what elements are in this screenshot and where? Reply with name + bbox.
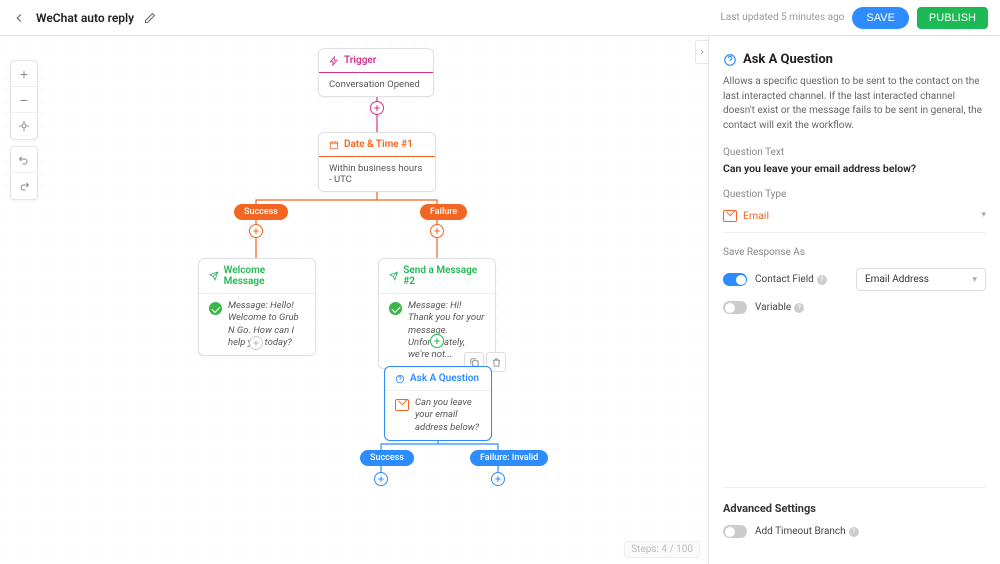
collapse-panel-button[interactable] bbox=[695, 40, 709, 64]
help-icon[interactable]: ? bbox=[849, 527, 859, 537]
add-node-ask-success[interactable]: + bbox=[374, 472, 388, 486]
add-node-ask-failure[interactable]: + bbox=[491, 472, 505, 486]
panel-title: Ask A Question bbox=[743, 52, 833, 67]
date-title: Date & Time #1 bbox=[344, 139, 413, 150]
ask-body: Can you leave your email address below? bbox=[415, 397, 481, 434]
email-icon bbox=[723, 210, 737, 222]
trigger-title: Trigger bbox=[344, 55, 376, 66]
bolt-icon bbox=[329, 56, 339, 66]
send-icon bbox=[389, 271, 398, 281]
date-body: Within business hours - UTC bbox=[319, 157, 435, 191]
welcome-title: Welcome Message bbox=[224, 265, 305, 287]
add-node-after-msg2[interactable]: + bbox=[430, 334, 444, 348]
ask-failure-pill: Failure: Invalid bbox=[470, 450, 548, 466]
question-type-select[interactable]: Email ▾ bbox=[723, 204, 986, 233]
ask-title: Ask A Question bbox=[410, 373, 479, 384]
add-node-after-welcome[interactable]: + bbox=[249, 336, 263, 350]
help-icon[interactable]: ? bbox=[817, 275, 827, 285]
contact-field-select[interactable]: Email Address ▾ bbox=[856, 268, 986, 291]
timeout-toggle[interactable] bbox=[723, 525, 747, 538]
question-text-value[interactable]: Can you leave your email address below? bbox=[723, 162, 986, 175]
variable-toggle[interactable] bbox=[723, 301, 747, 314]
date-time-node[interactable]: Date & Time #1 Within business hours - U… bbox=[318, 132, 436, 192]
add-node-after-trigger[interactable]: + bbox=[370, 101, 384, 115]
ask-success-pill: Success bbox=[360, 450, 414, 466]
properties-panel: Ask A Question Allows a specific questio… bbox=[708, 36, 1000, 564]
contact-field-label: Contact Field ? bbox=[755, 274, 827, 285]
panel-description: Allows a specific question to be sent to… bbox=[723, 75, 986, 133]
send-icon bbox=[209, 271, 219, 281]
failure-pill: Failure bbox=[420, 204, 467, 220]
trigger-node[interactable]: Trigger Conversation Opened bbox=[318, 48, 434, 97]
question-icon bbox=[395, 374, 405, 384]
chevron-down-icon: ▾ bbox=[972, 275, 977, 285]
email-icon bbox=[395, 399, 409, 411]
save-response-label: Save Response As bbox=[723, 247, 986, 258]
question-icon bbox=[723, 53, 737, 67]
question-text-label: Question Text bbox=[723, 147, 986, 158]
advanced-settings-title: Advanced Settings bbox=[723, 502, 986, 515]
workflow-title: WeChat auto reply bbox=[36, 11, 134, 25]
add-node-failure-branch[interactable]: + bbox=[430, 224, 444, 238]
ask-question-node[interactable]: Ask A Question Can you leave your email … bbox=[384, 366, 492, 441]
save-button[interactable]: SAVE bbox=[852, 7, 909, 29]
add-node-success-branch[interactable]: + bbox=[249, 224, 263, 238]
success-pill: Success bbox=[234, 204, 288, 220]
welcome-body: Message: Hello! Welcome to Grub N Go. Ho… bbox=[228, 300, 305, 349]
question-type-label: Question Type bbox=[723, 189, 986, 200]
publish-button[interactable]: PUBLISH bbox=[917, 7, 988, 29]
back-arrow-icon[interactable] bbox=[12, 11, 26, 25]
question-type-value: Email bbox=[743, 209, 769, 222]
edit-title-icon[interactable] bbox=[144, 12, 156, 24]
calendar-icon bbox=[329, 140, 339, 150]
message-status-icon bbox=[209, 302, 222, 315]
last-updated-label: Last updated 5 minutes ago bbox=[720, 12, 844, 23]
trigger-body: Conversation Opened bbox=[319, 73, 433, 96]
chevron-down-icon: ▾ bbox=[981, 210, 986, 220]
contact-field-toggle[interactable] bbox=[723, 273, 747, 286]
steps-counter: Steps: 4 / 100 bbox=[624, 541, 700, 558]
help-icon[interactable]: ? bbox=[794, 303, 804, 313]
msg2-title: Send a Message #2 bbox=[403, 265, 485, 287]
message-status-icon bbox=[389, 302, 402, 315]
timeout-label: Add Timeout Branch ? bbox=[755, 526, 859, 537]
variable-label: Variable ? bbox=[755, 302, 804, 313]
